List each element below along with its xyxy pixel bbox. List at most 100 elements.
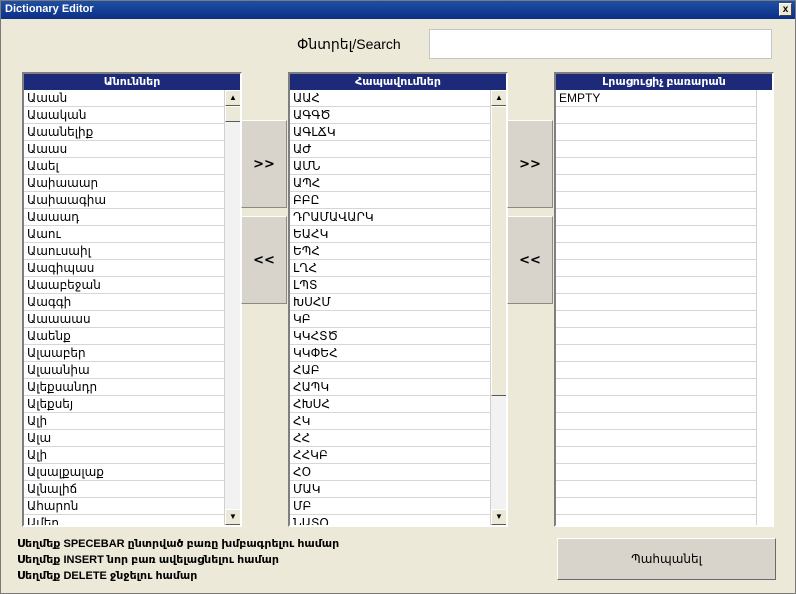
list-item[interactable]: EMPTY xyxy=(556,90,756,107)
list-item[interactable]: Աաաբեջան xyxy=(24,277,224,294)
empty-row xyxy=(556,345,756,362)
list-item[interactable]: Ալեքսանդր xyxy=(24,379,224,396)
list-item[interactable]: ՀՀ xyxy=(290,430,490,447)
empty-row xyxy=(556,277,756,294)
list-item[interactable]: Աաանելիք xyxy=(24,124,224,141)
list-item[interactable]: ԼՂՀ xyxy=(290,260,490,277)
scroll-down-icon[interactable]: ▼ xyxy=(225,509,240,525)
scroll-up-icon[interactable]: ▲ xyxy=(491,90,506,106)
list-item[interactable]: Աաել xyxy=(24,158,224,175)
list-item[interactable]: ԼՊՏ xyxy=(290,277,490,294)
custom-panel-header: Լրացուցիչ բառարան xyxy=(556,74,772,90)
list-item[interactable]: ՀՕ xyxy=(290,464,490,481)
list-item[interactable]: Ալնալիճ xyxy=(24,481,224,498)
list-item[interactable]: ՀԽՍՀ xyxy=(290,396,490,413)
list-item[interactable]: ԴՐԱՄԱՎԱՐԿ xyxy=(290,209,490,226)
empty-row xyxy=(556,413,756,430)
custom-scrollbar xyxy=(756,90,772,525)
list-item[interactable]: Ամեր xyxy=(24,515,224,525)
names-list[interactable]: Աաան Աաական Աաանելիք Աաաս Աաել Աաիաաար Աաիաագի… xyxy=(24,90,224,525)
move-names-left-button[interactable]: << xyxy=(241,216,287,304)
move-abbr-right-button[interactable]: >> xyxy=(507,120,553,208)
list-item[interactable]: ԵԱՀԿ xyxy=(290,226,490,243)
list-item[interactable]: ՀԱԲ xyxy=(290,362,490,379)
empty-row xyxy=(556,311,756,328)
empty-row xyxy=(556,175,756,192)
empty-row xyxy=(556,396,756,413)
abbr-panel-header: Հապավումներ xyxy=(290,74,506,90)
list-item[interactable]: Ալաաբեր xyxy=(24,345,224,362)
empty-row xyxy=(556,328,756,345)
empty-row xyxy=(556,481,756,498)
list-item[interactable]: ՄԱԿ xyxy=(290,481,490,498)
list-item[interactable]: Աաաադ xyxy=(24,209,224,226)
empty-row xyxy=(556,379,756,396)
list-item[interactable]: ՀԿ xyxy=(290,413,490,430)
list-item[interactable]: Աագիպաս xyxy=(24,260,224,277)
list-item[interactable]: ԿԿՓԵՀ xyxy=(290,345,490,362)
list-item[interactable]: ԲԲԸ xyxy=(290,192,490,209)
list-item[interactable]: Աաիաաար xyxy=(24,175,224,192)
abbr-list[interactable]: ԱԱՀ ԱԳԳԾ ԱԳԼՃԿ ԱԺ ԱՄՆ ԱՊՀ ԲԲԸ ԴՐԱՄԱՎԱՐԿ ԵԱՀԿ ԵՊՀ Լ… xyxy=(290,90,490,525)
empty-row xyxy=(556,107,756,124)
list-item[interactable]: Ալի xyxy=(24,447,224,464)
list-item[interactable]: ԿԿՀՏԾ xyxy=(290,328,490,345)
list-item[interactable]: Աաենք xyxy=(24,328,224,345)
list-item[interactable]: Ալի xyxy=(24,413,224,430)
list-item[interactable]: ՆԱՏՕ xyxy=(290,515,490,525)
abbr-scrollbar[interactable]: ▲ ▼ xyxy=(490,90,506,525)
list-item[interactable]: Ալաանիա xyxy=(24,362,224,379)
empty-row xyxy=(556,362,756,379)
hint-delete: Սեղմեք DELETE ջնջելու համար xyxy=(17,570,198,582)
scroll-up-icon[interactable]: ▲ xyxy=(225,90,240,106)
list-item[interactable]: ԱԳԳԾ xyxy=(290,107,490,124)
names-panel-header: Անուններ xyxy=(24,74,240,90)
list-item[interactable]: ԵՊՀ xyxy=(290,243,490,260)
save-button[interactable]: Պահպանել xyxy=(557,538,776,580)
list-item[interactable]: ԱԺ xyxy=(290,141,490,158)
list-item[interactable]: Ահարոն xyxy=(24,498,224,515)
hint-edit: Սեղմեք SPECEBAR ընտրված բառը խմբագրելու … xyxy=(17,538,340,550)
close-button[interactable]: x xyxy=(779,3,792,16)
list-item[interactable]: Աաական xyxy=(24,107,224,124)
scroll-down-icon[interactable]: ▼ xyxy=(491,509,506,525)
dictionary-editor-window: Dictionary Editor x Փնտրել/Search Անունն… xyxy=(0,0,796,594)
list-item[interactable]: ԽՍՀՄ xyxy=(290,294,490,311)
names-scroll-thumb[interactable] xyxy=(225,106,240,122)
custom-list[interactable]: EMPTY xyxy=(556,90,756,525)
list-item[interactable]: ԱՊՀ xyxy=(290,175,490,192)
empty-row xyxy=(556,447,756,464)
list-item[interactable]: ԱԱՀ xyxy=(290,90,490,107)
list-item[interactable]: Աաաաաս xyxy=(24,311,224,328)
names-scrollbar[interactable]: ▲ ▼ xyxy=(224,90,240,525)
move-abbr-left-button[interactable]: << xyxy=(507,216,553,304)
empty-row xyxy=(556,464,756,481)
list-item[interactable]: Աաու xyxy=(24,226,224,243)
title-bar[interactable]: Dictionary Editor x xyxy=(1,1,795,19)
list-item[interactable]: ԱՄՆ xyxy=(290,158,490,175)
abbr-scroll-thumb[interactable] xyxy=(491,106,506,396)
empty-row xyxy=(556,158,756,175)
empty-row xyxy=(556,498,756,515)
list-item[interactable]: Աաան xyxy=(24,90,224,107)
move-names-right-button[interactable]: >> xyxy=(241,120,287,208)
empty-row xyxy=(556,141,756,158)
custom-dictionary-panel: Լրացուցիչ բառարան EMPTY xyxy=(554,72,774,527)
list-item[interactable]: ՄԲ xyxy=(290,498,490,515)
list-item[interactable]: ԿԲ xyxy=(290,311,490,328)
empty-row xyxy=(556,430,756,447)
list-item[interactable]: Ալսալքալաք xyxy=(24,464,224,481)
list-item[interactable]: Աաաս xyxy=(24,141,224,158)
list-item[interactable]: ՀԱՊԿ xyxy=(290,379,490,396)
abbr-panel: Հապավումներ ԱԱՀ ԱԳԳԾ ԱԳԼՃԿ ԱԺ ԱՄՆ ԱՊՀ ԲԲԸ ԴՐԱՄԱ… xyxy=(288,72,508,527)
list-item[interactable]: ԱԳԼՃԿ xyxy=(290,124,490,141)
search-input[interactable] xyxy=(429,29,772,59)
list-item[interactable]: Աագգի xyxy=(24,294,224,311)
list-item[interactable]: Ալեքսեյ xyxy=(24,396,224,413)
list-item[interactable]: Աաիաագիա xyxy=(24,192,224,209)
list-item[interactable]: ՀՀԿԲ xyxy=(290,447,490,464)
empty-row xyxy=(556,260,756,277)
empty-row xyxy=(556,124,756,141)
list-item[interactable]: Աաուսաիլ xyxy=(24,243,224,260)
list-item[interactable]: Ալա xyxy=(24,430,224,447)
